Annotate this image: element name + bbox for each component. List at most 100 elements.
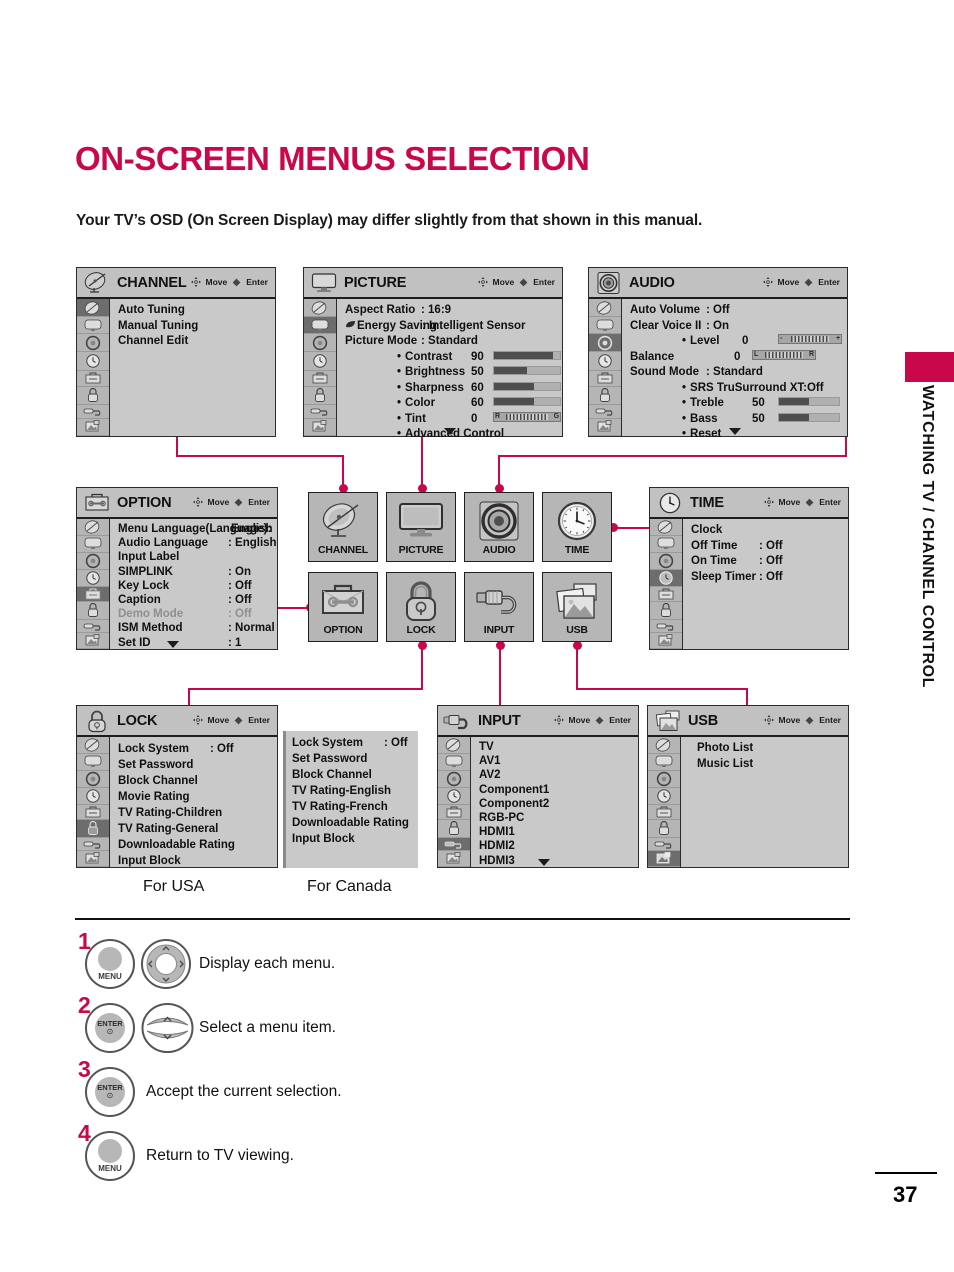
rail-icon-input[interactable] <box>650 620 682 633</box>
tile-input[interactable]: INPUT <box>464 572 534 642</box>
menu-item[interactable]: Component1 <box>479 783 638 797</box>
menu-item[interactable]: Manual Tuning <box>118 319 275 335</box>
menu-item[interactable]: AV1 <box>479 754 638 768</box>
rail-icon-input[interactable] <box>304 405 336 419</box>
rail-icon-time[interactable] <box>650 569 682 587</box>
rail-icon-picture[interactable] <box>589 317 621 335</box>
menu-subitem[interactable]: • Color 60 <box>345 396 562 412</box>
enter-button-core-3[interactable]: ENTER ⊙ <box>95 1077 125 1107</box>
menu-subitem[interactable]: • Level 0 - + <box>630 334 847 350</box>
rail-icon-audio[interactable] <box>77 771 109 788</box>
osd-rail-option[interactable] <box>77 519 110 649</box>
menu-item[interactable]: RGB-PC <box>479 811 638 825</box>
rail-icon-option[interactable] <box>589 371 621 387</box>
rail-icon-usb[interactable] <box>650 633 682 649</box>
rail-icon-time[interactable] <box>77 788 109 805</box>
menu-item[interactable]: TV Rating-French <box>292 799 418 815</box>
menu-item[interactable]: HDMI3 <box>479 854 638 868</box>
menu-item[interactable]: Lock System : Off <box>292 735 418 751</box>
rail-icon-time[interactable] <box>648 788 680 805</box>
rail-icon-time[interactable] <box>77 352 109 371</box>
menu-item[interactable]: Input Block <box>118 853 277 869</box>
tile-time[interactable]: TIME <box>542 492 612 562</box>
menu-subitem[interactable]: • SRS TruSurround XT:Off <box>630 381 847 397</box>
menu-button-core-4[interactable] <box>98 1139 122 1163</box>
menu-item[interactable]: Key Lock : Off <box>118 579 277 593</box>
slider-level[interactable]: - + <box>778 334 843 344</box>
menu-item[interactable]: Input Label <box>118 550 277 564</box>
rail-icon-input[interactable] <box>648 838 680 851</box>
rail-icon-usb[interactable] <box>77 419 109 436</box>
rail-icon-time[interactable] <box>589 352 621 371</box>
rail-icon-usb[interactable] <box>77 851 109 867</box>
slider-color[interactable] <box>493 397 562 406</box>
rail-icon-channel[interactable] <box>650 519 682 537</box>
menu-item[interactable]: Movie Rating <box>118 789 277 805</box>
menu-item[interactable]: Lock System : Off <box>118 741 277 757</box>
scroll-down-arrow-icon[interactable] <box>443 428 456 435</box>
rail-icon-channel[interactable] <box>77 299 109 318</box>
rail-icon-picture[interactable] <box>77 536 109 553</box>
menu-item[interactable]: Clear Voice II : On <box>630 319 847 335</box>
slider-contrast[interactable] <box>493 350 562 360</box>
menu-item[interactable]: Sound Mode : Standard <box>630 365 847 381</box>
menu-item[interactable]: Off Time : Off <box>691 539 848 555</box>
menu-item[interactable]: HDMI2 <box>479 839 638 853</box>
menu-item[interactable]: TV <box>479 740 638 754</box>
menu-item[interactable]: Balance 0 L R <box>630 349 847 366</box>
menu-item[interactable]: Music List <box>689 757 848 773</box>
rail-icon-channel[interactable] <box>77 737 109 755</box>
rail-icon-audio[interactable] <box>77 334 109 353</box>
tile-audio[interactable]: AUDIO <box>464 492 534 562</box>
rail-icon-option[interactable] <box>77 371 109 387</box>
osd-rail-picture[interactable] <box>304 299 337 436</box>
menu-item[interactable]: Block Channel <box>292 767 418 783</box>
osd-rail-usb[interactable] <box>648 737 681 867</box>
menu-item[interactable]: Aspect Ratio : 16:9 <box>345 303 562 319</box>
rail-icon-option[interactable] <box>438 805 470 821</box>
menu-item[interactable]: Input Block <box>292 831 418 847</box>
menu-item[interactable]: ISM Method : Normal <box>118 621 277 635</box>
rail-icon-lock[interactable] <box>304 387 336 405</box>
tile-lock[interactable]: LOCK <box>386 572 456 642</box>
menu-item[interactable]: TV Rating-English <box>292 783 418 799</box>
slider-bass[interactable] <box>778 412 841 422</box>
menu-item[interactable]: Caption : Off <box>118 593 277 607</box>
rail-icon-lock[interactable] <box>650 602 682 620</box>
rail-icon-option[interactable] <box>304 371 336 387</box>
menu-item[interactable]: SIMPLINK : On <box>118 565 277 579</box>
rail-icon-option[interactable] <box>648 805 680 821</box>
rail-icon-audio[interactable] <box>650 553 682 570</box>
menu-item[interactable]: Photo List <box>689 741 848 757</box>
rail-icon-input[interactable] <box>77 620 109 633</box>
rail-icon-channel[interactable] <box>77 519 109 537</box>
rail-icon-audio[interactable] <box>589 334 621 353</box>
rail-icon-lock[interactable] <box>648 820 680 838</box>
rail-icon-lock[interactable] <box>77 602 109 620</box>
tile-option[interactable]: OPTION <box>308 572 378 642</box>
menu-item[interactable]: Picture Mode : Standard <box>345 334 562 350</box>
menu-subitem[interactable]: • Treble 50 <box>630 396 847 412</box>
menu-item[interactable]: Block Channel <box>118 773 277 789</box>
rail-icon-time[interactable] <box>304 352 336 371</box>
rail-icon-picture[interactable] <box>304 317 336 335</box>
slider-tint[interactable]: R G <box>493 411 562 422</box>
rail-icon-picture[interactable] <box>648 754 680 771</box>
slider-treble[interactable] <box>778 397 841 406</box>
rail-icon-lock[interactable] <box>589 387 621 405</box>
menu-subitem[interactable]: • Contrast 90 <box>345 350 562 366</box>
rail-icon-usb[interactable] <box>438 851 470 867</box>
rail-icon-option[interactable] <box>77 805 109 821</box>
rail-icon-audio[interactable] <box>77 553 109 570</box>
rail-icon-time[interactable] <box>438 788 470 805</box>
menu-item[interactable]: Downloadable Rating <box>118 837 277 853</box>
menu-item[interactable]: TV Rating-Children <box>118 805 277 821</box>
rail-icon-lock[interactable] <box>77 820 109 838</box>
osd-rail-audio[interactable] <box>589 299 622 436</box>
rail-icon-channel[interactable] <box>304 299 336 318</box>
tile-picture[interactable]: PICTURE <box>386 492 456 562</box>
rail-icon-time[interactable] <box>77 570 109 587</box>
menu-button-core-1[interactable] <box>98 947 122 971</box>
menu-item[interactable]: AV2 <box>479 768 638 782</box>
rail-icon-picture[interactable] <box>77 754 109 771</box>
